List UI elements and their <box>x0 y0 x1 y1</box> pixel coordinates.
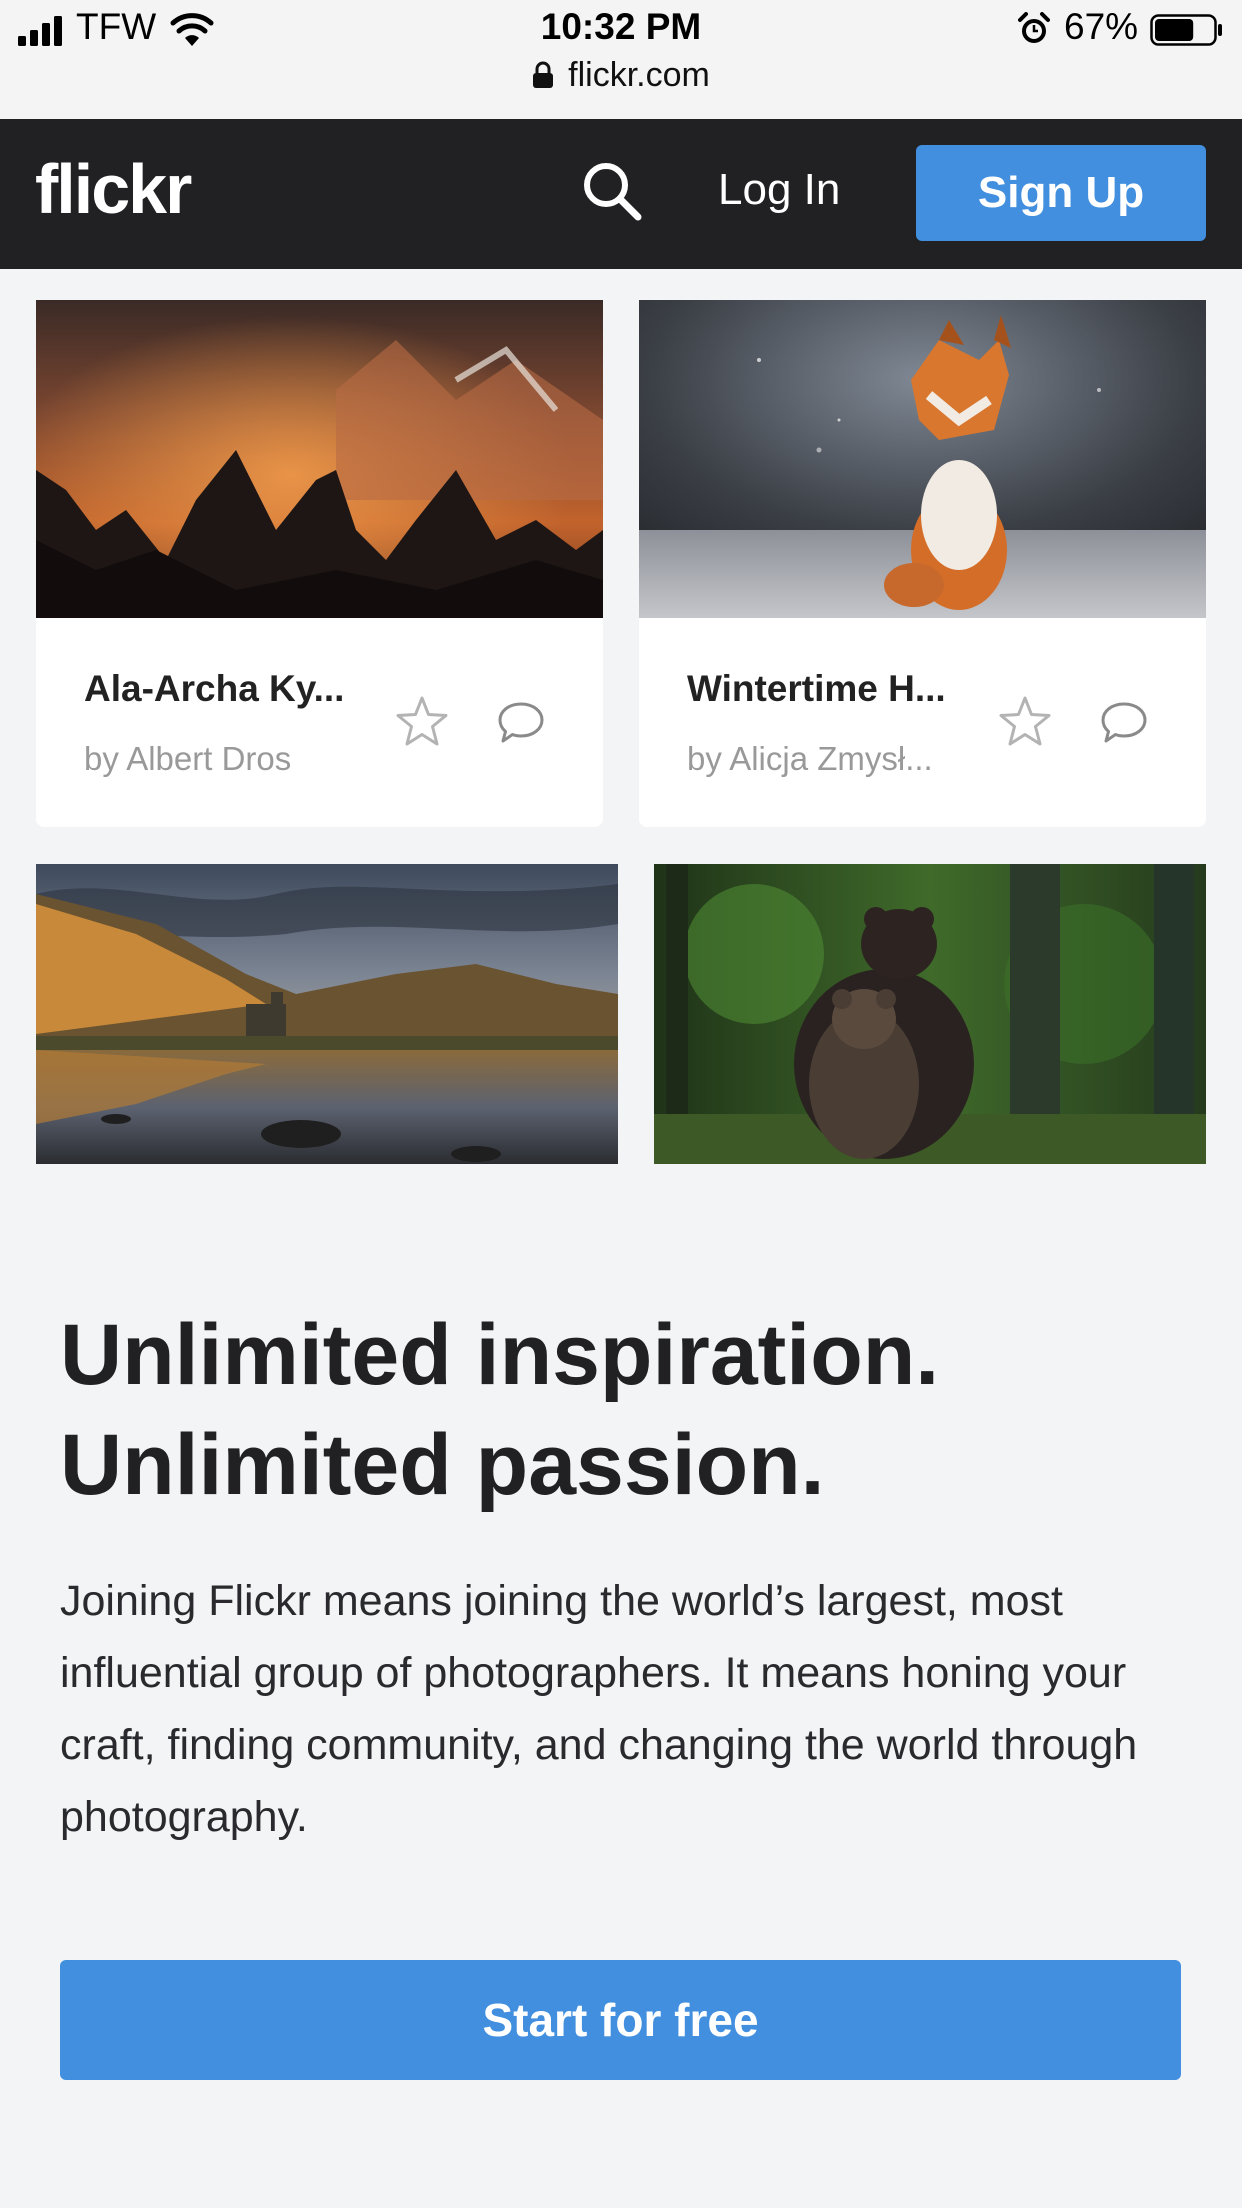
status-time: 10:32 PM <box>540 6 702 47</box>
photo-title[interactable]: Ala-Archa Ky... <box>84 668 344 710</box>
lock-icon <box>533 61 554 88</box>
comment-icon[interactable] <box>496 698 546 748</box>
flickr-logo[interactable]: flickr <box>35 149 192 229</box>
signup-button[interactable]: Sign Up <box>916 145 1206 241</box>
photo-author[interactable]: by Albert Dros <box>84 740 291 778</box>
login-link[interactable]: Log In <box>718 165 840 215</box>
headline-line-2: Unlimited passion. <box>60 1417 825 1513</box>
photo-castle-lake-reflection[interactable] <box>36 864 618 1164</box>
search-icon[interactable] <box>578 157 646 225</box>
photo-fox[interactable] <box>639 300 1206 618</box>
battery-percent: 67% <box>1064 6 1139 47</box>
battery-icon <box>1150 14 1222 46</box>
promo-body: Joining Flickr means joining the world’s… <box>60 1577 1138 1841</box>
photo-bears-in-forest[interactable] <box>654 864 1206 1164</box>
photo-card[interactable]: Ala-Archa Ky... by Albert Dros <box>36 300 603 827</box>
star-icon[interactable] <box>394 694 450 750</box>
star-icon[interactable] <box>997 694 1053 750</box>
photo-card[interactable]: Wintertime H... by Alicja Zmysł... <box>639 300 1206 827</box>
alarm-icon <box>1018 12 1050 43</box>
photo-card-meta: Ala-Archa Ky... by Albert Dros <box>36 618 603 827</box>
photo-mountain-landscape[interactable] <box>36 300 603 618</box>
photo-card-meta: Wintertime H... by Alicja Zmysł... <box>639 618 1206 827</box>
promo-headline: Unlimited inspiration. Unlimited passion… <box>60 1300 1200 1520</box>
url-text: flickr.com <box>568 56 710 94</box>
comment-icon[interactable] <box>1099 698 1149 748</box>
photo-author[interactable]: by Alicja Zmysł... <box>687 740 933 778</box>
photo-title[interactable]: Wintertime H... <box>687 668 946 710</box>
status-bar: TFW 10:32 PM 67% flickr.com <box>0 0 1242 119</box>
site-header: flickr Log In Sign Up <box>0 119 1242 269</box>
url-bar[interactable]: flickr.com <box>0 56 1242 95</box>
start-for-free-button[interactable]: Start for free <box>60 1960 1181 2080</box>
headline-line-1: Unlimited inspiration. <box>60 1307 940 1403</box>
